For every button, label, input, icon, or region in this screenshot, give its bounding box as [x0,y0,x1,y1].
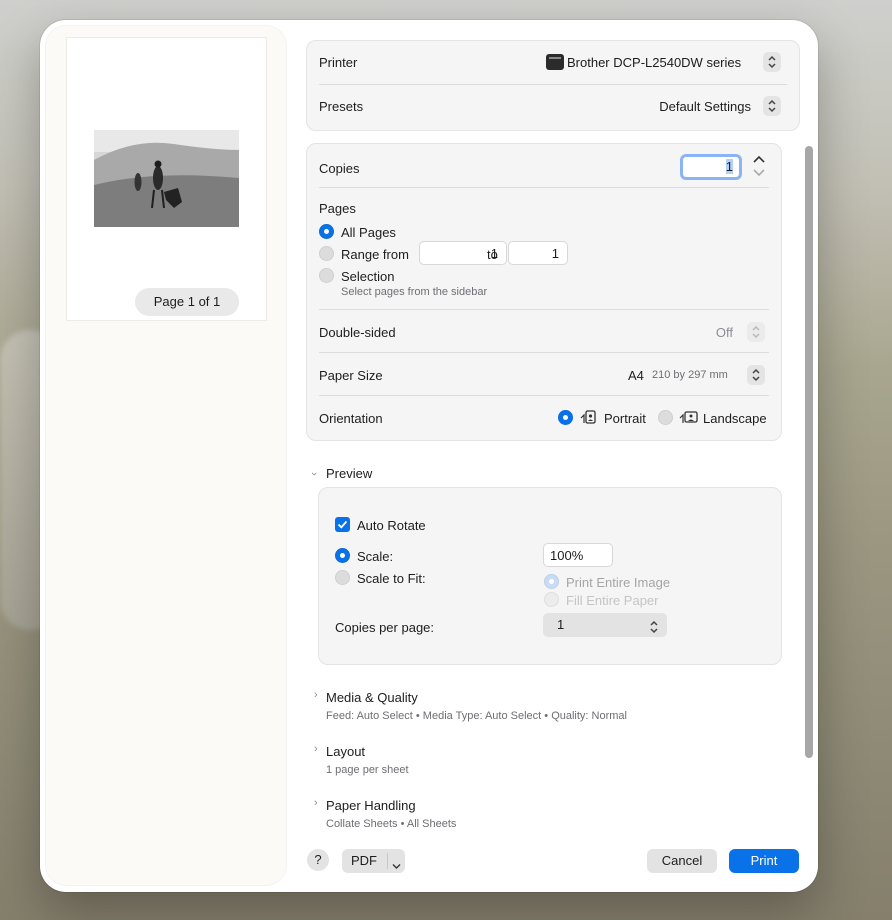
layout-disclosure-icon[interactable]: › [314,743,318,755]
pdf-menu-button[interactable]: PDF [342,849,405,873]
printer-select-chevron-icon[interactable] [763,52,781,72]
selection-radio[interactable] [319,268,334,283]
paper-handling-title[interactable]: Paper Handling [326,798,416,813]
cancel-button[interactable]: Cancel [647,849,717,873]
auto-rotate-label: Auto Rotate [357,518,426,533]
preview-settings-card: Auto Rotate Scale: 100% Scale to Fit: Pr… [318,487,782,665]
range-radio[interactable] [319,246,334,261]
layout-summary: 1 page per sheet [326,764,409,776]
portrait-icon [580,409,598,425]
pages-label: Pages [319,201,356,216]
pdf-label: PDF [351,853,377,868]
print-button[interactable]: Print [729,849,799,873]
media-quality-summary: Feed: Auto Select • Media Type: Auto Sel… [326,710,627,722]
paper-size-label: Paper Size [319,368,383,383]
orientation-label: Orientation [319,411,383,426]
layout-title[interactable]: Layout [326,744,365,759]
landscape-radio[interactable] [658,410,673,425]
scale-radio[interactable] [335,548,350,563]
copies-per-page-select[interactable]: 1 [543,613,667,637]
print-dialog: Page 1 of 1 Printer Brother DCP-L2540DW … [40,20,818,892]
scale-to-fit-radio[interactable] [335,570,350,585]
landscape-icon [679,409,699,425]
presets-chevron-icon[interactable] [763,96,781,116]
preview-section-title[interactable]: Preview [326,466,372,481]
double-sided-label: Double-sided [319,325,396,340]
pdf-chevron-down-icon [392,857,401,875]
print-entire-image-radio[interactable] [544,574,559,589]
copies-per-page-value: 1 [557,617,565,632]
pages-divider [319,309,769,310]
printer-select[interactable]: Brother DCP-L2540DW series [567,55,741,70]
selection-label: Selection [341,269,395,284]
page-count-pill: Page 1 of 1 [135,288,239,316]
presets-select[interactable]: Default Settings [659,99,751,114]
copies-stepper[interactable] [750,153,768,179]
page-thumbnail[interactable]: Page 1 of 1 [67,38,266,320]
media-quality-title[interactable]: Media & Quality [326,690,418,705]
scale-input[interactable]: 100% [543,543,613,567]
printer-card: Printer Brother DCP-L2540DW series Prese… [306,40,800,131]
portrait-radio[interactable] [558,410,573,425]
copies-label: Copies [319,161,360,176]
help-button[interactable]: ? [307,849,329,871]
range-end-field[interactable]: 1 [508,241,568,265]
copies-per-page-chevron-icon [649,618,659,642]
copies-value: 1 [725,159,733,174]
all-pages-radio[interactable] [319,224,334,239]
paper-handling-disclosure-icon[interactable]: › [314,797,318,809]
presets-label: Presets [319,99,364,114]
pdf-divider [387,853,388,869]
copies-input[interactable]: 1 [680,154,742,180]
all-pages-label: All Pages [341,225,396,240]
auto-rotate-checkbox[interactable] [335,517,350,532]
landscape-label: Landscape [703,411,767,426]
paper-size-detail: 210 by 297 mm [652,369,728,381]
double-sided-chevron-icon[interactable] [747,322,765,342]
print-entire-image-label: Print Entire Image [566,575,671,590]
copies-divider [319,187,769,188]
paper-handling-summary: Collate Sheets • All Sheets [326,818,457,830]
paper-size-divider [319,395,769,396]
double-sided-divider [319,352,769,353]
fill-entire-paper-label: Fill Entire Paper [566,593,659,608]
preview-photo [94,130,239,227]
paper-size-chevron-icon[interactable] [747,365,765,385]
preview-sidebar: Page 1 of 1 [46,26,286,885]
printer-label: Printer [319,55,358,70]
selection-hint: Select pages from the sidebar [341,286,488,298]
printer-divider [319,84,787,85]
print-options-card: Copies 1 Pages All Pages Range from 1 to… [306,143,782,441]
paper-size-value[interactable]: A4 [628,368,644,383]
double-sided-select[interactable]: Off [716,325,733,340]
media-quality-disclosure-icon[interactable]: › [314,689,318,701]
fill-entire-paper-radio[interactable] [544,592,559,607]
preview-disclosure-icon[interactable]: › [308,472,320,476]
options-scrollbar[interactable] [805,146,813,758]
printer-icon [546,54,564,70]
